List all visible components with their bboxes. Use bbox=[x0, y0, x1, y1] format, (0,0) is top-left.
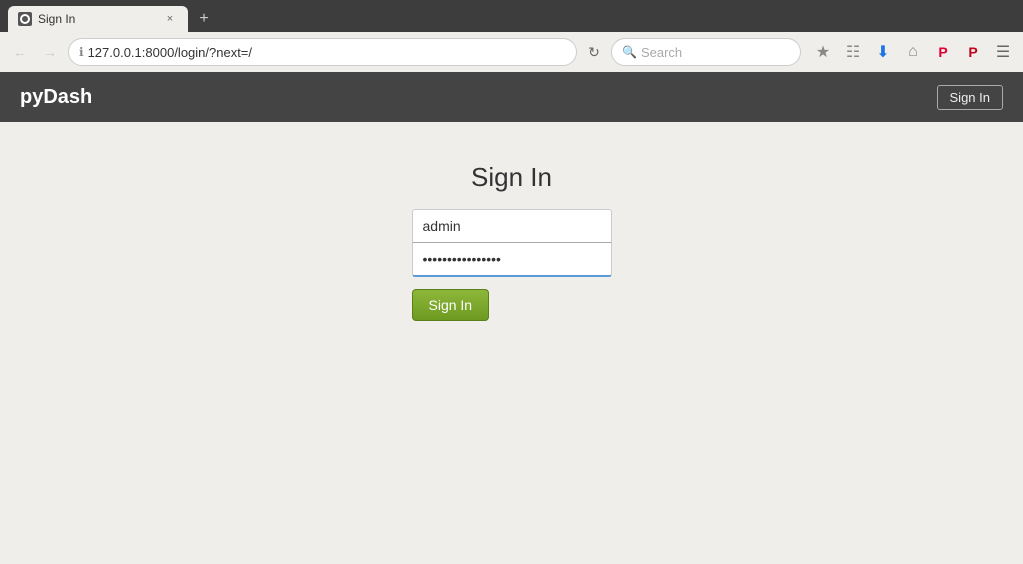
browser-chrome: Sign In × + ← → ℹ 127.0.0.1:8000/login/?… bbox=[0, 0, 1023, 72]
reader-mode-icon[interactable]: ☷ bbox=[841, 40, 865, 64]
bookmark-icon[interactable]: ★ bbox=[811, 40, 835, 64]
search-placeholder: Search bbox=[641, 45, 682, 60]
refresh-button[interactable]: ↻ bbox=[583, 41, 605, 63]
tab-close-button[interactable]: × bbox=[162, 11, 178, 27]
tab-bar: Sign In × + bbox=[0, 0, 1023, 32]
app-logo: pyDash bbox=[20, 86, 92, 109]
forward-button[interactable]: → bbox=[38, 40, 62, 64]
pocket-icon[interactable]: P bbox=[931, 40, 955, 64]
home-icon[interactable]: ⌂ bbox=[901, 40, 925, 64]
app-header: pyDash Sign In bbox=[0, 72, 1023, 122]
main-content: Sign In Sign In bbox=[0, 122, 1023, 361]
pinterest-icon[interactable]: P bbox=[961, 40, 985, 64]
username-input[interactable] bbox=[412, 209, 612, 242]
password-input[interactable] bbox=[412, 242, 612, 277]
download-icon[interactable]: ⬇ bbox=[871, 40, 895, 64]
address-protocol: 127.0.0.1 bbox=[88, 45, 142, 60]
address-path: :8000/login/?next=/ bbox=[142, 45, 252, 60]
search-bar[interactable]: 🔍 Search bbox=[611, 38, 801, 66]
signin-form: Sign In bbox=[412, 209, 612, 321]
address-text: 127.0.0.1:8000/login/?next=/ bbox=[88, 45, 566, 60]
active-tab[interactable]: Sign In × bbox=[8, 6, 188, 32]
back-button[interactable]: ← bbox=[8, 40, 32, 64]
search-icon: 🔍 bbox=[622, 45, 637, 59]
signin-submit-button[interactable]: Sign In bbox=[412, 289, 490, 321]
page-title: Sign In bbox=[471, 162, 552, 193]
tab-title: Sign In bbox=[38, 12, 156, 26]
nav-bar: ← → ℹ 127.0.0.1:8000/login/?next=/ ↻ 🔍 S… bbox=[0, 32, 1023, 72]
browser-menu-icon[interactable]: ☰ bbox=[991, 40, 1015, 64]
header-signin-button[interactable]: Sign In bbox=[937, 85, 1003, 110]
browser-nav-icons: ★ ☷ ⬇ ⌂ P P ☰ bbox=[811, 40, 1015, 64]
info-icon: ℹ bbox=[79, 45, 84, 59]
tab-favicon bbox=[18, 12, 32, 26]
address-bar[interactable]: ℹ 127.0.0.1:8000/login/?next=/ bbox=[68, 38, 577, 66]
new-tab-button[interactable]: + bbox=[192, 7, 216, 31]
